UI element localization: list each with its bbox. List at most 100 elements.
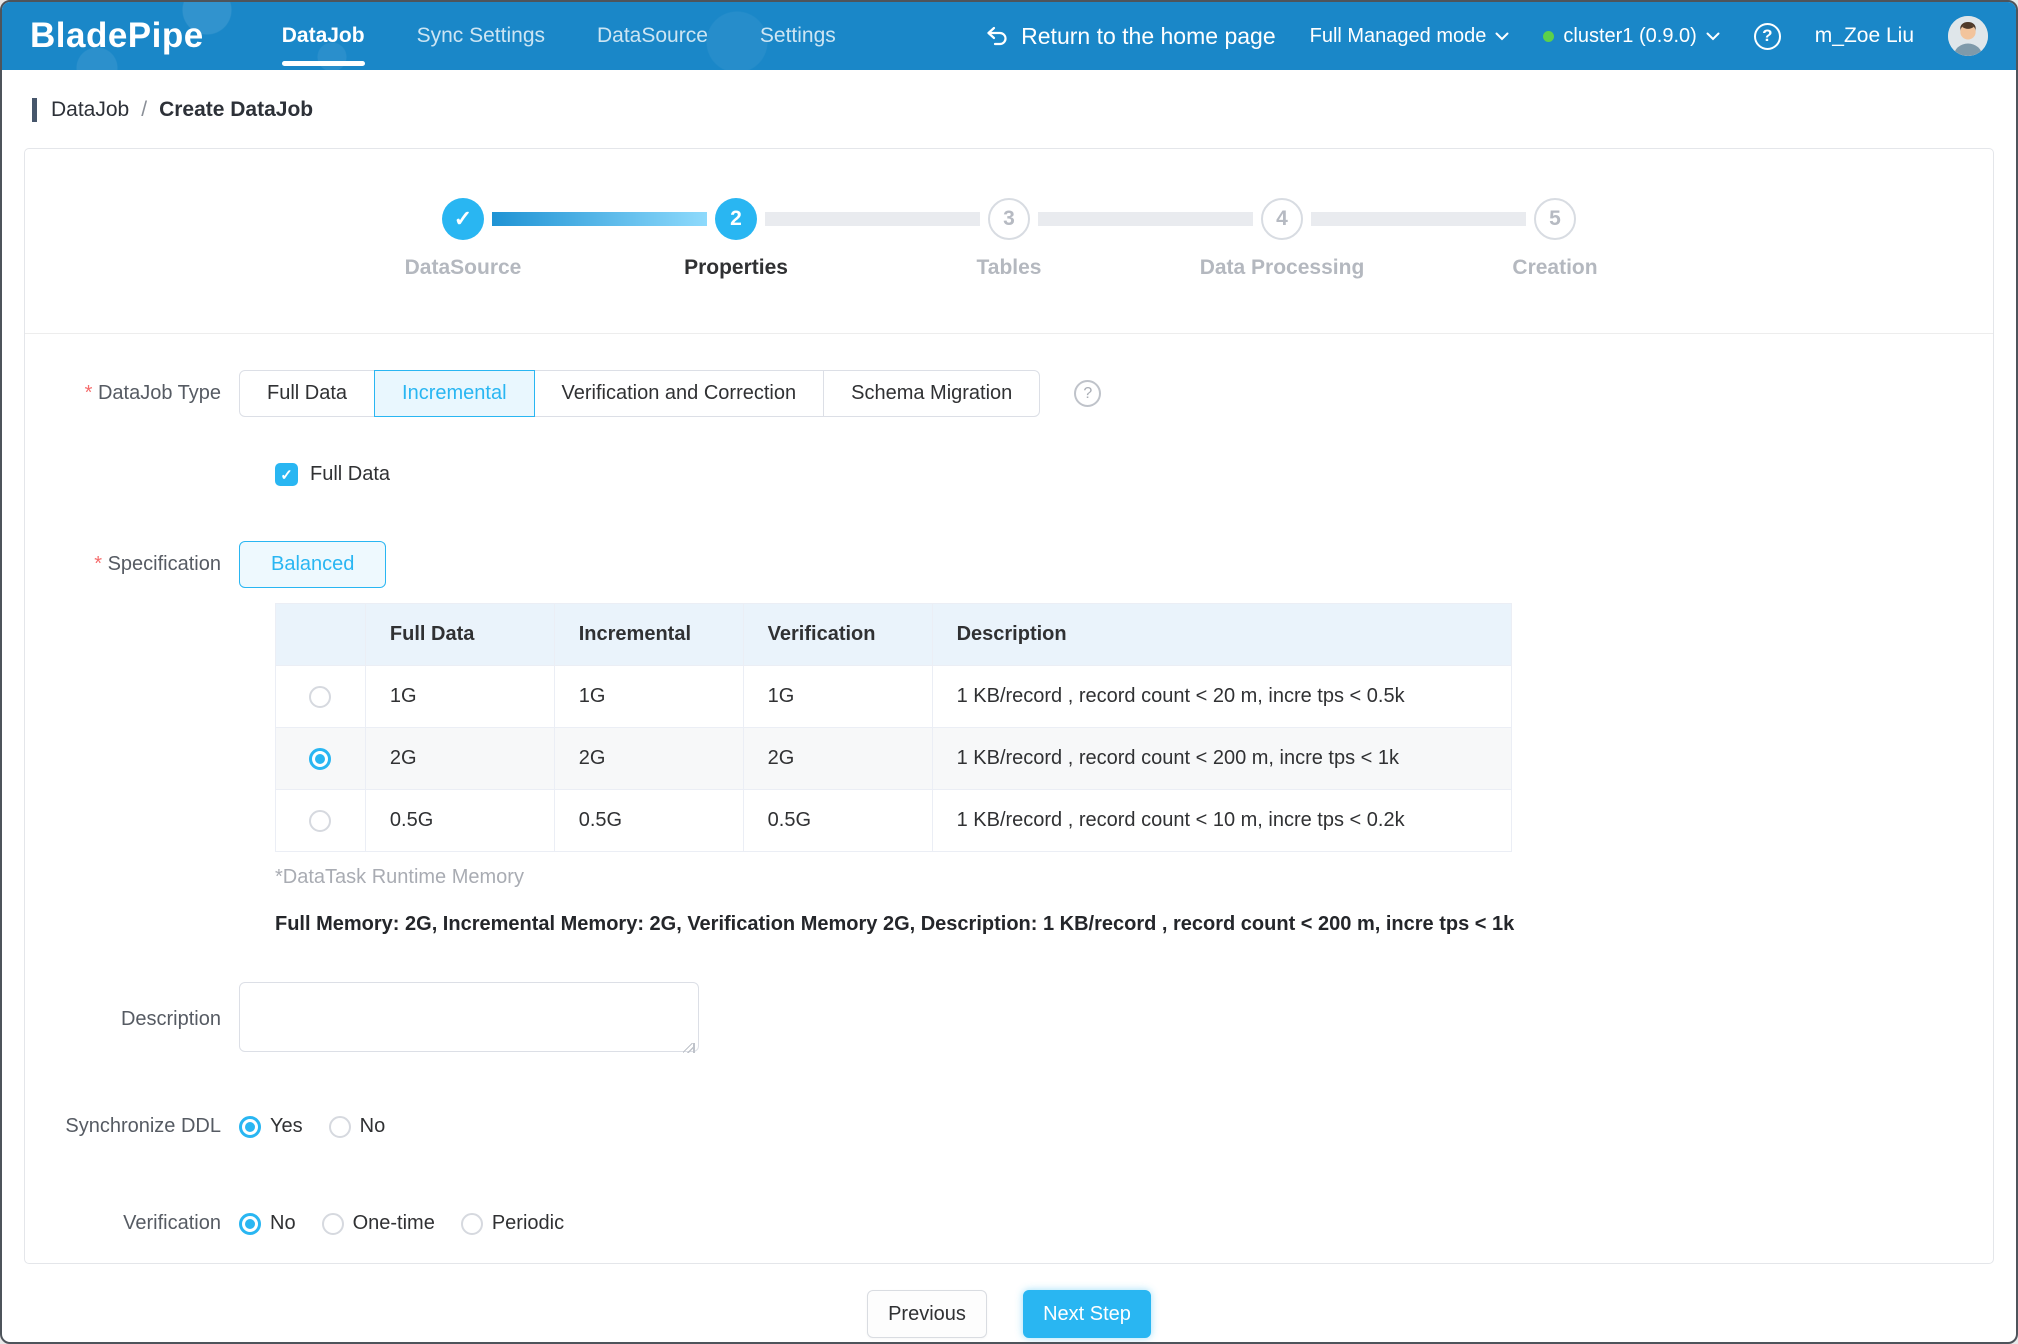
step-data-processing: 4 Data Processing — [1146, 198, 1419, 280]
radio-label: One-time — [353, 1212, 435, 1235]
ddl-option-yes[interactable]: Yes — [239, 1115, 303, 1138]
spec-radio-1g[interactable] — [309, 686, 331, 708]
avatar[interactable] — [1948, 16, 1988, 56]
full-data-checkbox-label: Full Data — [310, 463, 390, 486]
spec-cell: 1G — [743, 666, 932, 728]
chevron-down-icon — [1706, 32, 1720, 41]
datajob-type-schema-migration[interactable]: Schema Migration — [823, 370, 1040, 417]
ddl-radio-no[interactable] — [329, 1116, 351, 1138]
properties-form: DataJob Type Full Data Incremental Verif… — [25, 334, 1993, 1235]
description-textarea[interactable] — [239, 982, 699, 1052]
step-tables: 3 Tables — [873, 198, 1146, 280]
step-number: 4 — [1261, 198, 1303, 240]
verification-label: Verification — [25, 1212, 239, 1235]
next-step-button[interactable]: Next Step — [1023, 1290, 1151, 1338]
step-label: Creation — [1512, 256, 1597, 280]
specification-balanced-button[interactable]: Balanced — [239, 541, 386, 588]
nav-right-group: Return to the home page Full Managed mod… — [985, 16, 1988, 56]
datajob-type-incremental[interactable]: Incremental — [374, 370, 535, 417]
verification-row: Verification No One-time Periodic — [25, 1212, 1993, 1235]
step-number: 5 — [1534, 198, 1576, 240]
cluster-label: cluster1 (0.9.0) — [1563, 25, 1696, 48]
radio-label: No — [270, 1212, 296, 1235]
breadcrumb-section[interactable]: DataJob — [51, 98, 129, 122]
datajob-type-full-data[interactable]: Full Data — [239, 370, 375, 417]
return-icon — [985, 24, 1009, 48]
return-home-link[interactable]: Return to the home page — [985, 23, 1275, 50]
spec-cell: 2G — [743, 728, 932, 790]
nav-item-datasource[interactable]: DataSource — [571, 2, 734, 70]
spec-cell: 1G — [554, 666, 743, 728]
spec-row-2g[interactable]: 2G 2G 2G 1 KB/record , record count < 20… — [276, 728, 1512, 790]
help-icon[interactable] — [1754, 23, 1781, 50]
synchronize-ddl-row: Synchronize DDL Yes No — [25, 1115, 1993, 1138]
spec-header-incremental: Incremental — [554, 604, 743, 666]
step-check-icon — [442, 198, 484, 240]
spec-radio-2g[interactable] — [309, 748, 331, 770]
full-data-checkbox-row: Full Data — [275, 463, 1993, 486]
user-name[interactable]: m_Zoe Liu — [1815, 24, 1914, 48]
radio-label: Yes — [270, 1115, 303, 1138]
nav-item-sync-settings[interactable]: Sync Settings — [391, 2, 571, 70]
spec-row-05g[interactable]: 0.5G 0.5G 0.5G 1 KB/record , record coun… — [276, 790, 1512, 852]
chevron-down-icon — [1495, 32, 1509, 41]
description-label: Description — [25, 1008, 239, 1031]
spec-radio-05g[interactable] — [309, 810, 331, 832]
datajob-type-help-icon[interactable] — [1074, 380, 1101, 407]
nav-item-label: Settings — [760, 24, 836, 48]
verification-radio-periodic[interactable] — [461, 1213, 483, 1235]
datajob-type-label: DataJob Type — [25, 382, 239, 405]
wizard-footer: Previous Next Step — [2, 1290, 2016, 1338]
verification-group: No One-time Periodic — [239, 1212, 564, 1235]
spec-table-header-row: Full Data Incremental Verification Descr… — [276, 604, 1512, 666]
radio-label: Periodic — [492, 1212, 564, 1235]
wizard-stepper: DataSource 2 Properties 3 Tables 4 Data … — [25, 149, 1993, 334]
verification-option-no[interactable]: No — [239, 1212, 296, 1235]
step-properties: 2 Properties — [600, 198, 873, 280]
spec-cell: 1G — [365, 666, 554, 728]
spec-cell: 2G — [365, 728, 554, 790]
ddl-radio-yes[interactable] — [239, 1116, 261, 1138]
spec-cell: 0.5G — [365, 790, 554, 852]
breadcrumb-accent-bar — [32, 98, 37, 122]
mode-selector[interactable]: Full Managed mode — [1310, 25, 1510, 48]
previous-button[interactable]: Previous — [867, 1290, 987, 1338]
nav-item-label: DataSource — [597, 24, 708, 48]
specification-table: Full Data Incremental Verification Descr… — [275, 603, 1512, 852]
full-data-checkbox[interactable] — [275, 463, 298, 486]
datajob-type-verification-correction[interactable]: Verification and Correction — [534, 370, 825, 417]
description-row: Description — [25, 982, 1993, 1057]
runtime-memory-summary: Full Memory: 2G, Incremental Memory: 2G,… — [275, 913, 1675, 936]
synchronize-ddl-label: Synchronize DDL — [25, 1115, 239, 1138]
mode-label: Full Managed mode — [1310, 25, 1487, 48]
synchronize-ddl-group: Yes No — [239, 1115, 385, 1138]
nav-item-settings[interactable]: Settings — [734, 2, 862, 70]
top-nav: BladePipe DataJob Sync Settings DataSour… — [2, 2, 2016, 70]
nav-item-datajob[interactable]: DataJob — [256, 2, 391, 70]
spec-cell: 0.5G — [554, 790, 743, 852]
cluster-status-dot — [1543, 31, 1554, 42]
step-label: DataSource — [405, 256, 522, 280]
verification-option-one-time[interactable]: One-time — [322, 1212, 435, 1235]
spec-header-description: Description — [932, 604, 1511, 666]
verification-option-periodic[interactable]: Periodic — [461, 1212, 564, 1235]
datajob-type-group: Full Data Incremental Verification and C… — [239, 370, 1040, 417]
verification-radio-no[interactable] — [239, 1213, 261, 1235]
create-datajob-card: DataSource 2 Properties 3 Tables 4 Data … — [24, 148, 1994, 1264]
verification-radio-one-time[interactable] — [322, 1213, 344, 1235]
spec-cell: 2G — [554, 728, 743, 790]
ddl-option-no[interactable]: No — [329, 1115, 386, 1138]
specification-label: Specification — [25, 553, 239, 576]
step-creation: 5 Creation — [1419, 198, 1692, 280]
spec-row-1g[interactable]: 1G 1G 1G 1 KB/record , record count < 20… — [276, 666, 1512, 728]
radio-label: No — [360, 1115, 386, 1138]
step-label: Tables — [977, 256, 1042, 280]
datajob-type-row: DataJob Type Full Data Incremental Verif… — [25, 370, 1993, 417]
cluster-selector[interactable]: cluster1 (0.9.0) — [1543, 25, 1719, 48]
step-datasource: DataSource — [327, 198, 600, 280]
return-home-label: Return to the home page — [1021, 23, 1275, 50]
spec-header-verification: Verification — [743, 604, 932, 666]
spec-cell-description: 1 KB/record , record count < 200 m, incr… — [932, 728, 1511, 790]
app-window: BladePipe DataJob Sync Settings DataSour… — [0, 0, 2018, 1344]
spec-cell-description: 1 KB/record , record count < 10 m, incre… — [932, 790, 1511, 852]
